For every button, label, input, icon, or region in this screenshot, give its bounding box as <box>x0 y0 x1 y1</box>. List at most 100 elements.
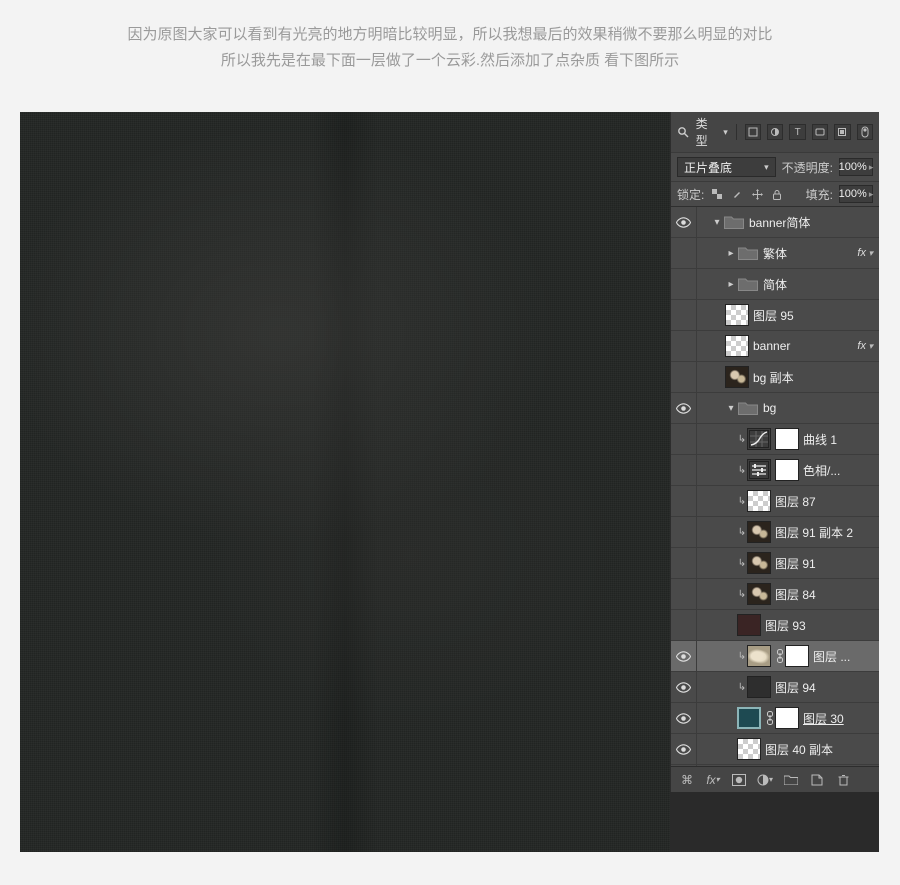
visibility-toggle[interactable] <box>671 641 697 671</box>
visibility-toggle[interactable] <box>671 703 697 733</box>
layer-name[interactable]: 图层 87 <box>775 493 875 510</box>
filter-type-icon[interactable]: T <box>789 124 805 140</box>
layer-name[interactable]: 繁体 <box>763 245 857 262</box>
filter-smart-icon[interactable] <box>834 124 850 140</box>
layer-row-l91c2[interactable]: ↳图层 91 副本 2 <box>671 517 879 548</box>
layer-row-curves1[interactable]: ↳曲线 1 <box>671 424 879 455</box>
layer-row-grp-jianti[interactable]: 简体 <box>671 269 879 300</box>
filter-toggle-icon[interactable] <box>857 124 873 140</box>
lock-move-icon[interactable] <box>750 187 764 201</box>
layer-name[interactable]: 图层 30 <box>803 710 875 727</box>
adjustment-thumb <box>747 459 771 481</box>
layer-name[interactable]: banner <box>753 339 857 353</box>
visibility-toggle[interactable] <box>671 269 697 299</box>
visibility-toggle[interactable] <box>671 579 697 609</box>
blend-row: 正片叠底 ▾ 不透明度: 100% <box>671 153 879 182</box>
visibility-toggle[interactable] <box>671 238 697 268</box>
mask-icon[interactable] <box>731 772 747 788</box>
visibility-toggle[interactable] <box>671 455 697 485</box>
group-icon[interactable] <box>783 772 799 788</box>
visibility-toggle[interactable] <box>671 362 697 392</box>
layer-row-grp-banner[interactable]: banner简体 <box>671 207 879 238</box>
desc-line2: 所以我先是在最下面一层做了一个云彩.然后添加了点杂质 看下图所示 <box>30 48 870 74</box>
trash-icon[interactable] <box>835 772 851 788</box>
layer-row-l93[interactable]: 图层 93 <box>671 610 879 641</box>
disclose-triangle-icon[interactable] <box>711 217 723 228</box>
layer-name[interactable]: bg 副本 <box>753 369 875 386</box>
blend-mode-select[interactable]: 正片叠底 ▾ <box>677 157 776 177</box>
layer-filter-row: 类型 ▾ T <box>671 112 879 153</box>
layer-row-grp-fanti[interactable]: 繁体fx <box>671 238 879 269</box>
fx-indicator[interactable]: fx <box>857 340 873 352</box>
opacity-value[interactable]: 100% <box>839 158 873 176</box>
visibility-toggle[interactable] <box>671 672 697 702</box>
lock-all-icon[interactable] <box>770 187 784 201</box>
layer-name[interactable]: 图层 91 副本 2 <box>775 524 875 541</box>
filter-pixel-icon[interactable] <box>745 124 761 140</box>
adjustment-icon[interactable]: ▾ <box>757 772 773 788</box>
layer-name[interactable]: 图层 91 <box>775 555 875 572</box>
layer-row-l40c[interactable]: 图层 40 副本 <box>671 734 879 765</box>
visibility-toggle[interactable] <box>671 300 697 330</box>
layer-name[interactable]: 简体 <box>763 276 875 293</box>
layer-name[interactable]: 图层 40 副本 <box>765 741 875 758</box>
layer-thumb <box>725 366 749 388</box>
layer-row-hue1[interactable]: ↳色相/... <box>671 455 879 486</box>
layers-list[interactable]: banner简体繁体fx简体图层 95bannerfxbg 副本bg↳曲线 1↳… <box>671 207 879 766</box>
visibility-toggle[interactable] <box>671 734 697 764</box>
visibility-toggle[interactable] <box>671 548 697 578</box>
layer-row-lbanner[interactable]: bannerfx <box>671 331 879 362</box>
layer-thumb <box>737 738 761 760</box>
fx-indicator[interactable]: fx <box>857 247 873 259</box>
layer-name[interactable]: 曲线 1 <box>803 431 875 448</box>
desc-line1: 因为原图大家可以看到有光亮的地方明暗比较明显，所以我想最后的效果稍微不要那么明显… <box>30 22 870 48</box>
layer-thumb <box>747 521 771 543</box>
visibility-toggle[interactable] <box>671 486 697 516</box>
new-layer-icon[interactable] <box>809 772 825 788</box>
lock-paint-icon[interactable] <box>730 187 744 201</box>
fx-icon[interactable]: fx▾ <box>705 772 721 788</box>
search-icon[interactable] <box>677 125 690 139</box>
visibility-toggle[interactable] <box>671 517 697 547</box>
layer-name[interactable]: 图层 84 <box>775 586 875 603</box>
visibility-toggle[interactable] <box>671 393 697 423</box>
layer-row-l30[interactable]: 图层 30 <box>671 703 879 734</box>
canvas-preview <box>20 112 670 852</box>
layer-thumb <box>747 645 771 667</box>
layer-row-l94[interactable]: ↳图层 94 <box>671 672 879 703</box>
layer-row-l91[interactable]: ↳ 图层 91 <box>671 548 879 579</box>
layer-name[interactable]: bg <box>763 401 875 415</box>
mask-thumb <box>775 707 799 729</box>
layer-row-lbgcopy[interactable]: bg 副本 <box>671 362 879 393</box>
layer-row-l-sel[interactable]: ↳图层 ... <box>671 641 879 672</box>
link-icon <box>775 649 785 663</box>
layer-thumb <box>747 490 771 512</box>
disclose-triangle-icon[interactable] <box>725 248 737 259</box>
fill-value[interactable]: 100% <box>839 185 873 203</box>
visibility-toggle[interactable] <box>671 331 697 361</box>
filter-adjust-icon[interactable] <box>767 124 783 140</box>
clip-indicator-icon: ↳ <box>737 558 747 569</box>
layer-row-l87[interactable]: ↳图层 87 <box>671 486 879 517</box>
visibility-toggle[interactable] <box>671 610 697 640</box>
layer-name[interactable]: 图层 93 <box>765 617 875 634</box>
layer-thumb <box>747 583 771 605</box>
layer-row-l95[interactable]: 图层 95 <box>671 300 879 331</box>
mask-thumb <box>785 645 809 667</box>
lock-transparent-icon[interactable] <box>710 187 724 201</box>
layer-name[interactable]: 图层 ... <box>813 648 875 665</box>
link-layers-icon[interactable]: ⌘ <box>679 772 695 788</box>
layer-name[interactable]: 图层 95 <box>753 307 875 324</box>
disclose-triangle-icon[interactable] <box>725 279 737 290</box>
layer-row-l84[interactable]: ↳图层 84 <box>671 579 879 610</box>
folder-icon <box>737 275 759 293</box>
layer-name[interactable]: 图层 94 <box>775 679 875 696</box>
layer-name[interactable]: banner简体 <box>749 214 875 231</box>
filter-shape-icon[interactable] <box>812 124 828 140</box>
layer-name[interactable]: 色相/... <box>803 462 875 479</box>
disclose-triangle-icon[interactable] <box>725 403 737 414</box>
layer-row-grp-bg[interactable]: bg <box>671 393 879 424</box>
kind-dropdown-icon[interactable]: ▾ <box>723 127 728 138</box>
visibility-toggle[interactable] <box>671 424 697 454</box>
visibility-toggle[interactable] <box>671 207 697 237</box>
